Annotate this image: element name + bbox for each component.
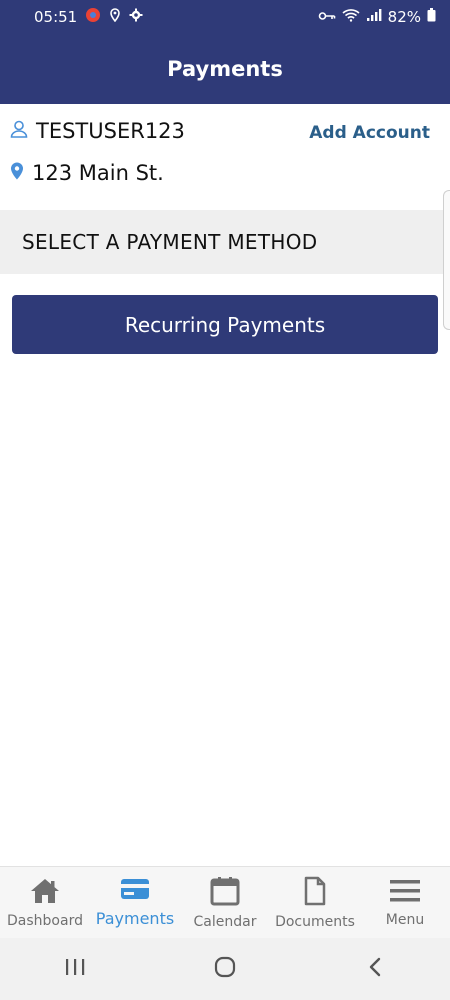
status-bar: 05:51 82% bbox=[0, 0, 450, 34]
location-icon bbox=[109, 8, 121, 26]
section-title: SELECT A PAYMENT METHOD bbox=[22, 230, 318, 254]
home-circle-icon bbox=[213, 955, 237, 983]
side-drawer-handle[interactable] bbox=[443, 190, 450, 330]
system-navigation-bar bbox=[0, 938, 450, 1000]
nav-calendar[interactable]: Calendar bbox=[180, 867, 270, 938]
nav-payments[interactable]: Payments bbox=[90, 867, 180, 938]
recurring-payments-button[interactable]: Recurring Payments bbox=[12, 295, 438, 354]
account-address: 123 Main St. bbox=[32, 161, 164, 185]
battery-icon bbox=[427, 8, 436, 26]
back-button[interactable] bbox=[345, 947, 405, 991]
nav-label-documents: Documents bbox=[275, 913, 355, 930]
nav-label-dashboard: Dashboard bbox=[7, 912, 83, 929]
account-user-row: TESTUSER123 bbox=[10, 119, 185, 143]
account-address-row: 123 Main St. bbox=[10, 161, 164, 185]
back-chevron-icon bbox=[367, 956, 383, 982]
bottom-navigation: Dashboard Payments Calendar Documents Me… bbox=[0, 866, 450, 938]
hamburger-icon bbox=[389, 878, 421, 908]
calendar-icon bbox=[210, 876, 240, 910]
account-section: TESTUSER123 123 Main St. Add Account bbox=[0, 104, 450, 210]
recent-apps-icon bbox=[64, 957, 86, 981]
browser-icon bbox=[85, 7, 101, 27]
nav-label-payments: Payments bbox=[95, 909, 175, 928]
nav-documents[interactable]: Documents bbox=[270, 867, 360, 938]
signal-icon bbox=[366, 8, 382, 26]
home-button[interactable] bbox=[195, 947, 255, 991]
nav-dashboard[interactable]: Dashboard bbox=[0, 867, 90, 938]
document-icon bbox=[303, 876, 327, 910]
battery-percent: 82% bbox=[387, 8, 421, 26]
home-icon bbox=[29, 877, 61, 909]
vpn-key-icon bbox=[318, 8, 336, 26]
recurring-payments-label: Recurring Payments bbox=[124, 312, 326, 337]
account-username: TESTUSER123 bbox=[36, 119, 185, 143]
add-account-link[interactable]: Add Account bbox=[309, 123, 430, 143]
location-pin-icon bbox=[10, 161, 24, 185]
app-header: Payments bbox=[0, 34, 450, 104]
nav-label-menu: Menu bbox=[385, 911, 425, 928]
recent-apps-button[interactable] bbox=[45, 947, 105, 991]
page-title: Payments bbox=[167, 57, 283, 81]
settings-icon bbox=[129, 8, 143, 26]
nav-menu[interactable]: Menu bbox=[360, 867, 450, 938]
status-time: 05:51 bbox=[34, 8, 78, 26]
nav-label-calendar: Calendar bbox=[193, 913, 257, 930]
user-icon bbox=[10, 119, 28, 143]
credit-card-icon bbox=[120, 877, 150, 905]
wifi-icon bbox=[342, 8, 360, 26]
payment-method-section-header: SELECT A PAYMENT METHOD bbox=[0, 210, 450, 274]
